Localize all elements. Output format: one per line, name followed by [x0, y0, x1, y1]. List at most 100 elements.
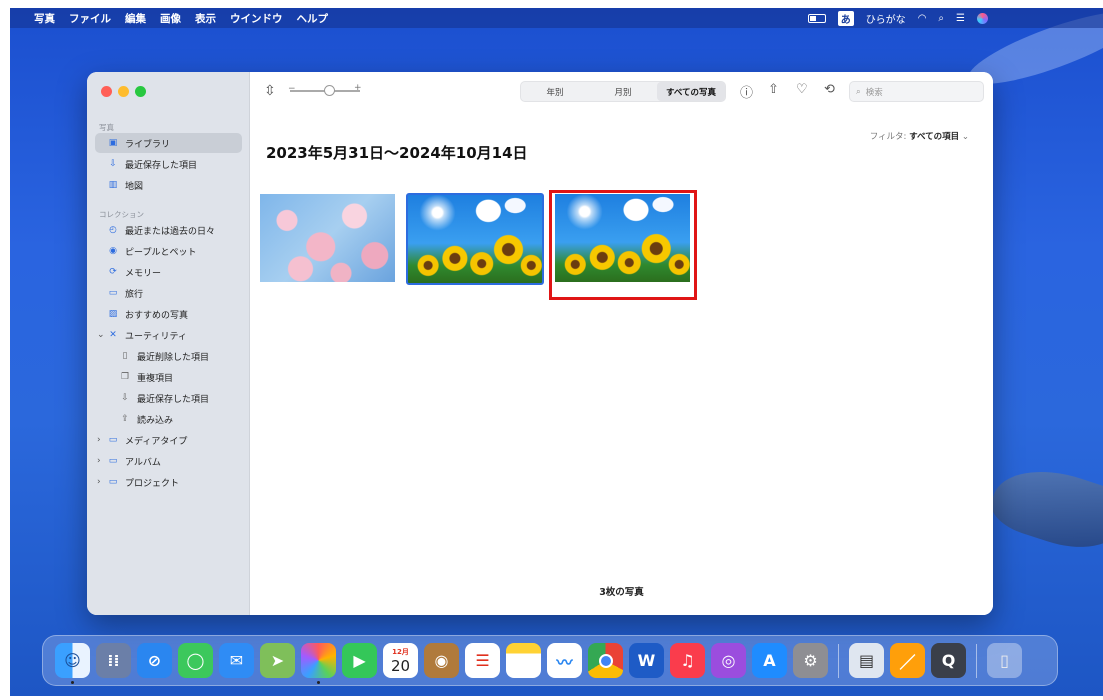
siri-icon[interactable] [977, 12, 988, 24]
rotate-icon[interactable]: ⟲ [824, 82, 835, 97]
zoom-slider[interactable] [290, 85, 360, 96]
download-icon: ⇩ [109, 159, 117, 169]
system-settings-icon[interactable]: ⚙ [793, 643, 828, 678]
chevron-right-icon[interactable]: › [97, 477, 101, 487]
control-center-icon[interactable]: ☰ [956, 13, 965, 24]
sidebar-item-label: おすすめの写真 [125, 310, 189, 321]
close-button[interactable] [101, 86, 112, 97]
sidebar-item-recently-deleted[interactable]: ▯ 最近削除した項目 [95, 346, 242, 366]
preview-icon[interactable]: ▤ [849, 643, 884, 678]
tab-years[interactable]: 年別 [521, 82, 589, 101]
sidebar-item-duplicates[interactable]: ❐ 重複項目 [95, 367, 242, 387]
heart-icon[interactable]: ♡ [796, 82, 808, 97]
battery-icon[interactable] [807, 13, 826, 23]
spotlight-icon[interactable]: ⌕ [938, 13, 944, 24]
menu-photos[interactable]: 写真 [34, 11, 55, 26]
music-icon[interactable]: ♫ [670, 643, 705, 678]
zoom-out-label: − [288, 84, 296, 94]
tab-months[interactable]: 月別 [589, 82, 657, 101]
minimize-button[interactable] [118, 86, 129, 97]
folder-icon: ▭ [108, 456, 118, 466]
sidebar-item-people-pets[interactable]: ◉ ピープルとペット [95, 241, 242, 261]
sidebar-item-media-types[interactable]: › ▭ メディアタイプ [95, 430, 242, 450]
menu-view[interactable]: 表示 [195, 11, 216, 26]
calendar-day: 20 [390, 656, 411, 675]
chevron-right-icon[interactable]: › [97, 456, 101, 466]
folder-icon: ▭ [108, 477, 118, 487]
sidebar-item-recent-days[interactable]: ◴ 最近または過去の日々 [95, 220, 242, 240]
sidebar-item-label: プロジェクト [125, 478, 180, 489]
status-area: あ ひらがな ◠ ⌕ ☰ [807, 8, 988, 28]
tools-icon: ✕ [109, 330, 117, 340]
sidebar-item-trips[interactable]: ▭ 旅行 [95, 283, 242, 303]
zoom-slider-knob[interactable] [324, 85, 335, 96]
contacts-icon[interactable]: ◉ [424, 643, 459, 678]
sidebar-item-map[interactable]: ▥ 地図 [95, 175, 242, 195]
photo-thumbnail-cherry-blossom[interactable] [260, 194, 395, 282]
chevron-right-icon[interactable]: › [97, 435, 101, 445]
info-icon[interactable]: ⓘ [740, 82, 753, 101]
photo-icon: ▨ [108, 309, 118, 319]
menu-window[interactable]: ウインドウ [230, 11, 283, 26]
menu-bar: 写真 ファイル 編集 画像 表示 ウインドウ ヘルプ あ ひらがな ◠ ⌕ ☰ [10, 8, 1103, 28]
sidebar-item-library[interactable]: ▣ ライブラリ [95, 133, 242, 153]
ime-indicator[interactable]: あ [837, 10, 854, 26]
safari-icon[interactable]: ⊘ [137, 643, 172, 678]
finder-icon[interactable]: ☺ [55, 643, 90, 684]
photo-thumbnail-sunflowers-selected[interactable] [406, 193, 544, 285]
sidebar-item-albums[interactable]: › ▭ アルバム [95, 451, 242, 471]
sidebar-item-recently-saved[interactable]: ⇩ 最近保存した項目 [95, 154, 242, 174]
calendar-month: 12月 [392, 647, 409, 656]
running-indicator [317, 681, 320, 684]
trash-icon[interactable]: ▯ [987, 643, 1022, 678]
suitcase-icon: ▭ [108, 288, 118, 298]
dock: ☺ ⁞⁞ ⊘ ◯ ✉ ➤ ▶ 12月 20 ◉ ☰ 〰 W ♫ ◎ A ⚙ ▤ … [42, 635, 1058, 686]
freeform-icon[interactable]: 〰 [547, 643, 582, 678]
search-field[interactable]: ⌕ 検索 [849, 81, 984, 102]
messages-icon[interactable]: ◯ [178, 643, 213, 678]
notes-icon[interactable] [506, 643, 541, 678]
filter-value: すべての項目 [909, 132, 960, 142]
share-icon[interactable]: ⇧ [768, 82, 779, 97]
menu-image[interactable]: 画像 [160, 11, 181, 26]
mail-icon[interactable]: ✉ [219, 643, 254, 678]
app-store-icon[interactable]: A [752, 643, 787, 678]
chevron-down-icon[interactable]: ⌄ [97, 330, 105, 340]
sidebar-item-recently-saved-2[interactable]: ⇩ 最近保存した項目 [95, 388, 242, 408]
menu-help[interactable]: ヘルプ [297, 11, 329, 26]
sidebar: 写真 ▣ ライブラリ ⇩ 最近保存した項目 ▥ 地図 コレクション ◴ 最近また… [87, 72, 250, 615]
zoom-button[interactable] [135, 86, 146, 97]
launchpad-icon[interactable]: ⁞⁞ [96, 643, 131, 678]
sidebar-item-label: メモリー [125, 268, 162, 279]
sidebar-item-memories[interactable]: ⟳ メモリー [95, 262, 242, 282]
photo-count: 3枚の写真 [599, 587, 644, 598]
word-icon[interactable]: W [629, 643, 664, 678]
sidebar-item-label: 最近保存した項目 [137, 394, 210, 405]
aspect-toggle-icon[interactable]: ⇳ [264, 83, 276, 99]
reminders-icon[interactable]: ☰ [465, 643, 500, 678]
tab-all-photos[interactable]: すべての写真 [657, 82, 725, 101]
wifi-icon[interactable]: ◠ [918, 13, 927, 24]
sidebar-item-projects[interactable]: › ▭ プロジェクト [95, 472, 242, 492]
chrome-icon[interactable] [588, 643, 623, 678]
sidebar-item-utilities[interactable]: ⌄ ✕ ユーティリティ [95, 325, 242, 345]
menu-edit[interactable]: 編集 [125, 11, 146, 26]
sidebar-item-featured[interactable]: ▨ おすすめの写真 [95, 304, 242, 324]
library-icon: ▣ [108, 138, 118, 148]
quicktime-icon[interactable]: Q [931, 643, 966, 678]
sidebar-item-label: メディアタイプ [125, 436, 188, 447]
facetime-icon[interactable]: ▶ [342, 643, 377, 678]
maps-icon[interactable]: ➤ [260, 643, 295, 678]
calendar-icon[interactable]: 12月 20 [383, 643, 418, 678]
pages-icon[interactable]: ／ [890, 643, 925, 678]
ime-mode-label[interactable]: ひらがな [866, 11, 906, 26]
window-controls [101, 86, 146, 97]
section-collections-label: コレクション [99, 210, 144, 219]
sidebar-item-label: アルバム [125, 457, 161, 468]
photos-app-icon[interactable] [301, 643, 336, 684]
podcasts-icon[interactable]: ◎ [711, 643, 746, 678]
filter-menu[interactable]: フィルタ: すべての項目 ⌄ [870, 130, 969, 142]
sidebar-item-imports[interactable]: ⇪ 読み込み [95, 409, 242, 429]
zoom-in-label: + [354, 83, 362, 93]
menu-file[interactable]: ファイル [69, 11, 111, 26]
